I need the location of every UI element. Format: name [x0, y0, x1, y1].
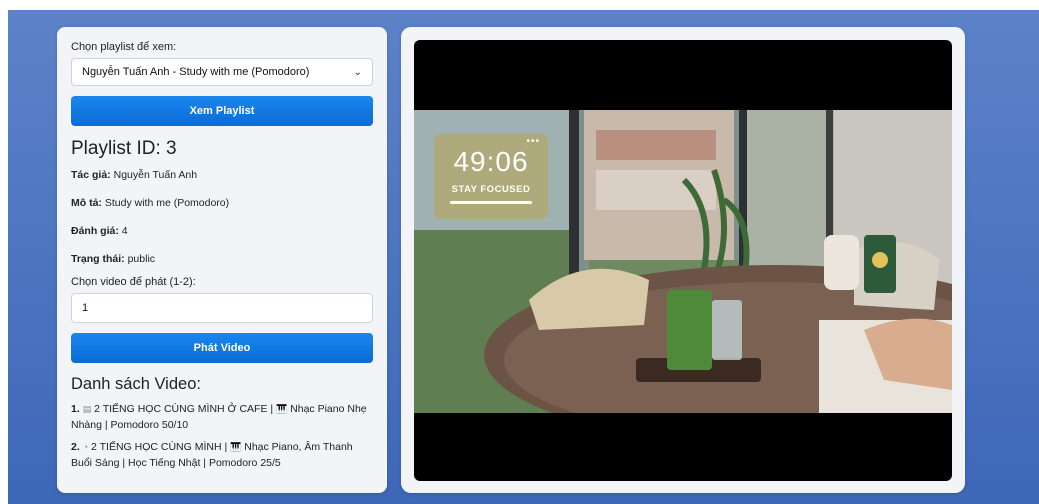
chevron-down-icon: ⌄ — [353, 66, 362, 78]
left-border — [0, 0, 8, 504]
video-list-heading: Danh sách Video: — [71, 375, 201, 393]
pomodoro-timer-overlay: ••• 49:06 STAY FOCUSED — [434, 134, 548, 219]
status-row: Trạng thái: public — [71, 253, 373, 265]
piano-icon: 🎹 — [276, 404, 288, 414]
author-label: Tác giả: — [71, 169, 111, 181]
rating-row: Đánh giá: 4 — [71, 225, 373, 237]
author-row: Tác giả: Nguyễn Tuấn Anh — [71, 169, 373, 181]
view-playlist-button[interactable]: Xem Playlist — [71, 96, 373, 126]
video-select-label: Chọn video để phát (1-2): — [71, 276, 196, 288]
video-frame: ••• 49:06 STAY FOCUSED — [414, 110, 952, 413]
video-title-part: 2 TIẾNG HỌC CÙNG MÌNH Ở CAFE | — [94, 403, 274, 415]
playlist-select[interactable]: Nguyễn Tuấn Anh - Study with me (Pomodor… — [71, 58, 373, 86]
rating-value: 4 — [121, 225, 128, 237]
video-panel: ••• 49:06 STAY FOCUSED — [401, 27, 965, 493]
video-player[interactable]: ••• 49:06 STAY FOCUSED — [414, 40, 952, 481]
description-value: Study with me (Pomodoro) — [104, 197, 230, 209]
timer-caption: STAY FOCUSED — [451, 184, 531, 195]
list-item[interactable]: 2. ◔ 2 TIẾNG HỌC CÙNG MÌNH | 🎹 Nhạc Pian… — [71, 439, 373, 471]
piano-icon: 🎹 — [230, 442, 242, 452]
timer-value: 49:06 — [453, 146, 529, 177]
description-row: Mô tả: Study with me (Pomodoro) — [71, 197, 373, 209]
author-value: Nguyễn Tuấn Anh — [113, 169, 198, 181]
video-title-part: 2 TIẾNG HỌC CÙNG MÌNH | — [91, 441, 228, 453]
video-number: 2. — [71, 441, 80, 453]
playlist-select-label: Chọn playlist để xem: — [71, 41, 177, 53]
playlist-panel: Chọn playlist để xem: Nguyễn Tuấn Anh - … — [57, 27, 387, 493]
timer-progress-bar — [450, 201, 532, 204]
list-item[interactable]: 1. ▤ 2 TIẾNG HỌC CÙNG MÌNH Ở CAFE | 🎹 Nh… — [71, 401, 373, 433]
play-video-button[interactable]: Phát Video — [71, 333, 373, 363]
top-border — [0, 0, 1039, 10]
description-label: Mô tả: — [71, 197, 102, 209]
cafe-icon: ▤ — [82, 404, 92, 414]
video-number-input[interactable]: 1 — [71, 293, 373, 323]
video-number: 1. — [71, 403, 80, 415]
sun-icon: ◔ — [82, 442, 89, 452]
rating-label: Đánh giá: — [71, 225, 119, 237]
playlist-select-value: Nguyễn Tuấn Anh - Study with me (Pomodor… — [82, 66, 310, 78]
playlist-id: Playlist ID: 3 — [71, 138, 177, 159]
status-label: Trạng thái: — [71, 253, 125, 265]
status-value: public — [127, 253, 156, 265]
